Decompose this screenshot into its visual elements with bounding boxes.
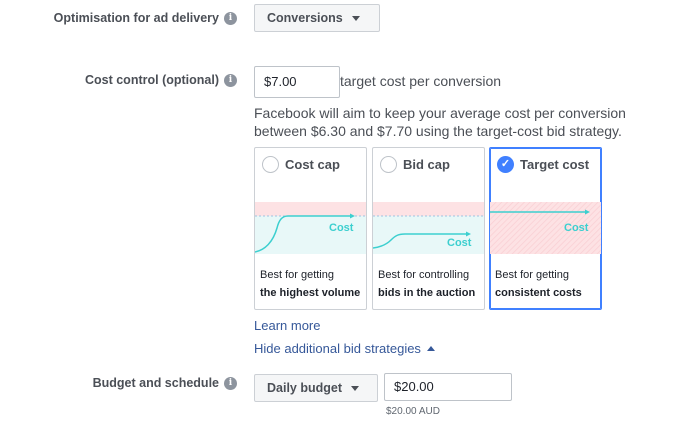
target-cost-graph-label: Cost: [564, 222, 589, 234]
radio-cost-cap[interactable]: [262, 156, 279, 173]
hide-bid-strategies-link[interactable]: Hide additional bid strategies: [254, 341, 435, 356]
delivery-optimisation-select[interactable]: Conversions: [254, 4, 380, 32]
strategy-card-bid-cap[interactable]: Bid cap Cost Best for controlling bids i…: [372, 147, 485, 310]
card-desc-bid-cap: Best for controlling: [378, 269, 470, 281]
budget-type-select[interactable]: Daily budget: [254, 374, 378, 402]
bid-cap-graph-label: Cost: [447, 237, 472, 249]
delivery-info-icon[interactable]: i: [224, 12, 237, 25]
radio-bid-cap[interactable]: [380, 156, 397, 173]
cost-control-description: Facebook will aim to keep your average c…: [254, 104, 634, 140]
description-line-1: Facebook will aim to keep your average c…: [254, 105, 626, 121]
strategy-card-target-cost[interactable]: ✓ Target cost Cost Best for getting cons…: [489, 147, 602, 310]
cost-cap-graph-label: Cost: [329, 222, 354, 234]
budget-info-icon[interactable]: i: [224, 377, 237, 390]
card-desc-target-cost: Best for getting: [495, 269, 569, 281]
hide-bid-strategies-label: Hide additional bid strategies: [254, 341, 421, 356]
card-title-target-cost: Target cost: [520, 157, 590, 172]
card-desc-bold-target-cost: consistent costs: [495, 287, 582, 299]
target-cost-input[interactable]: $7.00: [254, 66, 340, 98]
description-line-2: between $6.30 and $7.70 using the target…: [254, 123, 622, 139]
card-desc-cost-cap: Best for getting: [260, 269, 334, 281]
strategy-card-cost-cap[interactable]: Cost cap Cost Best for getting the highe…: [254, 147, 367, 310]
cost-control-info-icon[interactable]: i: [224, 74, 237, 87]
budget-currency-note: $20.00 AUD: [386, 406, 440, 417]
chevron-up-icon: [426, 346, 435, 351]
budget-type-value: Daily budget: [267, 381, 343, 395]
target-cost-suffix: target cost per conversion: [340, 73, 502, 89]
card-title-cost-cap: Cost cap: [285, 157, 340, 172]
delivery-select-value: Conversions: [267, 11, 343, 25]
card-header: Bid cap: [380, 156, 450, 173]
card-header: ✓ Target cost: [497, 156, 589, 173]
cost-control-label: Cost control (optional): [84, 73, 219, 87]
chevron-down-icon: [351, 386, 360, 391]
budget-amount-input[interactable]: $20.00: [384, 373, 512, 401]
card-desc-bold-bid-cap: bids in the auction: [378, 287, 476, 299]
chevron-down-icon: [351, 16, 360, 21]
delivery-label: Optimisation for ad delivery: [53, 11, 219, 25]
checkmark-icon[interactable]: ✓: [497, 156, 514, 173]
card-title-bid-cap: Bid cap: [403, 157, 450, 172]
learn-more-link[interactable]: Learn more: [254, 318, 320, 333]
card-desc-bold-cost-cap: the highest volume: [260, 287, 361, 299]
budget-label: Budget and schedule: [92, 376, 219, 390]
card-header: Cost cap: [262, 156, 340, 173]
